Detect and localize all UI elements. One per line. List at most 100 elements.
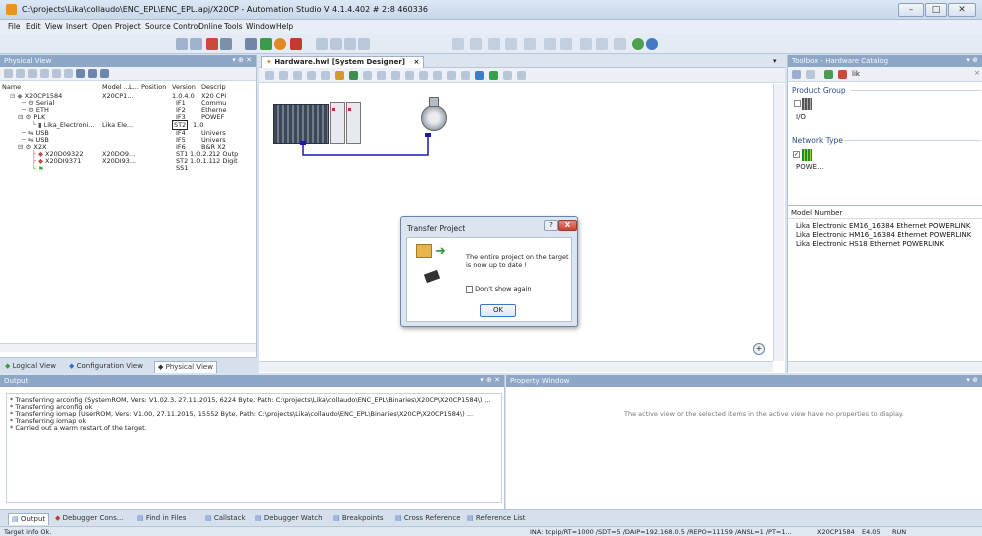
toolbar-icon[interactable] [614, 38, 626, 50]
tab-cross-reference[interactable]: ▤ Cross Reference [392, 513, 464, 525]
toolbar-icon[interactable] [206, 38, 218, 50]
splitter[interactable] [788, 205, 982, 206]
checkbox-box[interactable] [466, 285, 473, 293]
toolbar-icon[interactable] [245, 38, 257, 50]
toolbar-icon[interactable] [260, 38, 272, 50]
toolbar-icon[interactable] [632, 38, 644, 50]
menu-file[interactable]: File [8, 22, 21, 31]
toolbar-icon[interactable] [470, 38, 482, 50]
minimize-button[interactable]: – [898, 3, 924, 17]
column-header-name[interactable]: Name [2, 83, 21, 91]
toolbar-icon[interactable] [792, 70, 801, 79]
tab-find-in-files[interactable]: ▤ Find in Files [134, 513, 189, 525]
tab-callstack[interactable]: ▤ Callstack [202, 513, 249, 525]
toolbar-icon[interactable] [190, 38, 202, 50]
menu-open[interactable]: Open [92, 22, 112, 31]
tab-breakpoints[interactable]: ▤ Breakpoints [330, 513, 387, 525]
toolbar-icon[interactable] [560, 38, 572, 50]
network-type-item[interactable]: POWE... [796, 163, 824, 171]
menu-online[interactable]: Online [198, 22, 222, 31]
tab-physical-view[interactable]: ◆ Physical View [154, 361, 217, 373]
tab-configuration-view[interactable]: ◆ Configuration View [66, 361, 146, 373]
toolbar-icon[interactable] [580, 38, 592, 50]
toolbar-icon[interactable] [505, 38, 517, 50]
toolbar-icon[interactable] [16, 69, 25, 78]
horizontal-scrollbar[interactable] [259, 361, 773, 372]
tab-debugger-console[interactable]: ◆ Debugger Cons... [52, 513, 126, 525]
tab-logical-view[interactable]: ◆ Logical View [2, 361, 59, 373]
tab-reference-list[interactable]: ▤ Reference List [464, 513, 529, 525]
model-list-item[interactable]: Lika Electronic HM16_16384 Ethernet POWE… [796, 231, 971, 239]
vertical-scrollbar[interactable] [773, 84, 784, 361]
dont-show-again-checkbox[interactable]: Don't show again [466, 285, 531, 293]
toolbar-icon[interactable] [64, 69, 73, 78]
close-button[interactable]: ✕ [948, 3, 976, 17]
toolbar-icon[interactable] [40, 69, 49, 78]
tree-row[interactable]: ├ ◆ X20DI9371 [32, 157, 81, 165]
product-checkbox[interactable] [794, 100, 801, 107]
toolbar-icon[interactable] [88, 69, 97, 78]
menu-window[interactable]: Window [246, 22, 276, 31]
column-header-version[interactable]: Version [172, 83, 196, 91]
column-header-model[interactable]: Model ... [102, 83, 130, 91]
menu-project[interactable]: Project [115, 22, 141, 31]
toolbar-icon[interactable] [316, 38, 328, 50]
toolbar-icon[interactable] [4, 69, 13, 78]
toolbar-icon[interactable] [176, 38, 188, 50]
horizontal-scrollbar[interactable] [0, 343, 256, 352]
search-input[interactable]: lik [852, 70, 860, 78]
toolbar-icon[interactable] [488, 38, 500, 50]
toolbar-icon[interactable] [76, 69, 85, 78]
horizontal-scrollbar[interactable] [788, 361, 982, 372]
network-checkbox[interactable]: ✓ [793, 151, 800, 158]
tree-row-selected[interactable]: └ ▮ Lika_Electroni... [32, 121, 95, 129]
toolbar-icon[interactable] [358, 38, 370, 50]
pin-icon[interactable]: ▾ ⊕ [966, 376, 978, 384]
clear-search-icon[interactable]: × [974, 69, 980, 77]
menu-tools[interactable]: Tools [224, 22, 242, 31]
toolbar-icon[interactable] [452, 38, 464, 50]
toolbar-icon[interactable] [330, 38, 342, 50]
column-header-description[interactable]: Descrip [201, 83, 226, 91]
column-header-position[interactable]: Position [141, 83, 166, 91]
tab-output[interactable]: ▤ Output [8, 513, 50, 525]
tree-row[interactable]: ⊟ ⚙ PLK [18, 113, 45, 121]
toolbar-icon[interactable] [596, 38, 608, 50]
model-number-header[interactable]: Model Number [791, 209, 842, 217]
toolbar-icon[interactable] [544, 38, 556, 50]
toolbar-icon[interactable] [274, 38, 286, 50]
pin-icon[interactable]: ▾ ⊕ ✕ [232, 56, 252, 64]
model-list-item[interactable]: Lika Electronic EM16_16384 Ethernet POWE… [796, 222, 971, 230]
toolbar-icon[interactable] [28, 69, 37, 78]
toolbar-icon[interactable] [824, 70, 833, 79]
ok-button[interactable]: OK [480, 304, 516, 317]
tab-debugger-watch[interactable]: ▤ Debugger Watch [252, 513, 326, 525]
menu-source-control[interactable]: Source Control [145, 22, 200, 31]
zoom-icon[interactable]: + [753, 343, 765, 355]
toolbar-icon[interactable] [646, 38, 658, 50]
maximize-button[interactable]: □ [925, 3, 947, 17]
dialog-close-button[interactable]: X [558, 220, 577, 231]
toolbar-icon[interactable] [52, 69, 61, 78]
output-log[interactable]: * Transferring arconfig (SystemROM, Vers… [6, 393, 502, 503]
product-group-item[interactable]: I/O [796, 113, 806, 121]
toolbar-icon[interactable] [100, 69, 109, 78]
menu-help[interactable]: Help [276, 22, 293, 31]
column-header-l[interactable]: L... [129, 83, 139, 91]
toolbar-icon[interactable] [806, 70, 815, 79]
pin-icon[interactable]: ▾ ⊕ [966, 56, 978, 64]
tree-row[interactable]: └ ⚑ [32, 165, 44, 173]
log-line: * Carried out a warm restart of the targ… [10, 424, 147, 432]
help-button[interactable]: ? [544, 220, 558, 231]
menu-view[interactable]: View [45, 22, 63, 31]
model-list-item[interactable]: Lika Electronic HS18 Ethernet POWERLINK [796, 240, 944, 248]
toolbar-icon[interactable] [220, 38, 232, 50]
menu-edit[interactable]: Edit [26, 22, 41, 31]
toolbar-icon[interactable] [838, 70, 847, 79]
menu-insert[interactable]: Insert [66, 22, 88, 31]
toolbar-icon[interactable] [524, 38, 536, 50]
pin-icon[interactable]: ▾ ⊕ ✕ [480, 376, 500, 384]
arrow-icon: ➜ [435, 244, 446, 259]
toolbar-icon[interactable] [344, 38, 356, 50]
toolbar-icon[interactable] [290, 38, 302, 50]
